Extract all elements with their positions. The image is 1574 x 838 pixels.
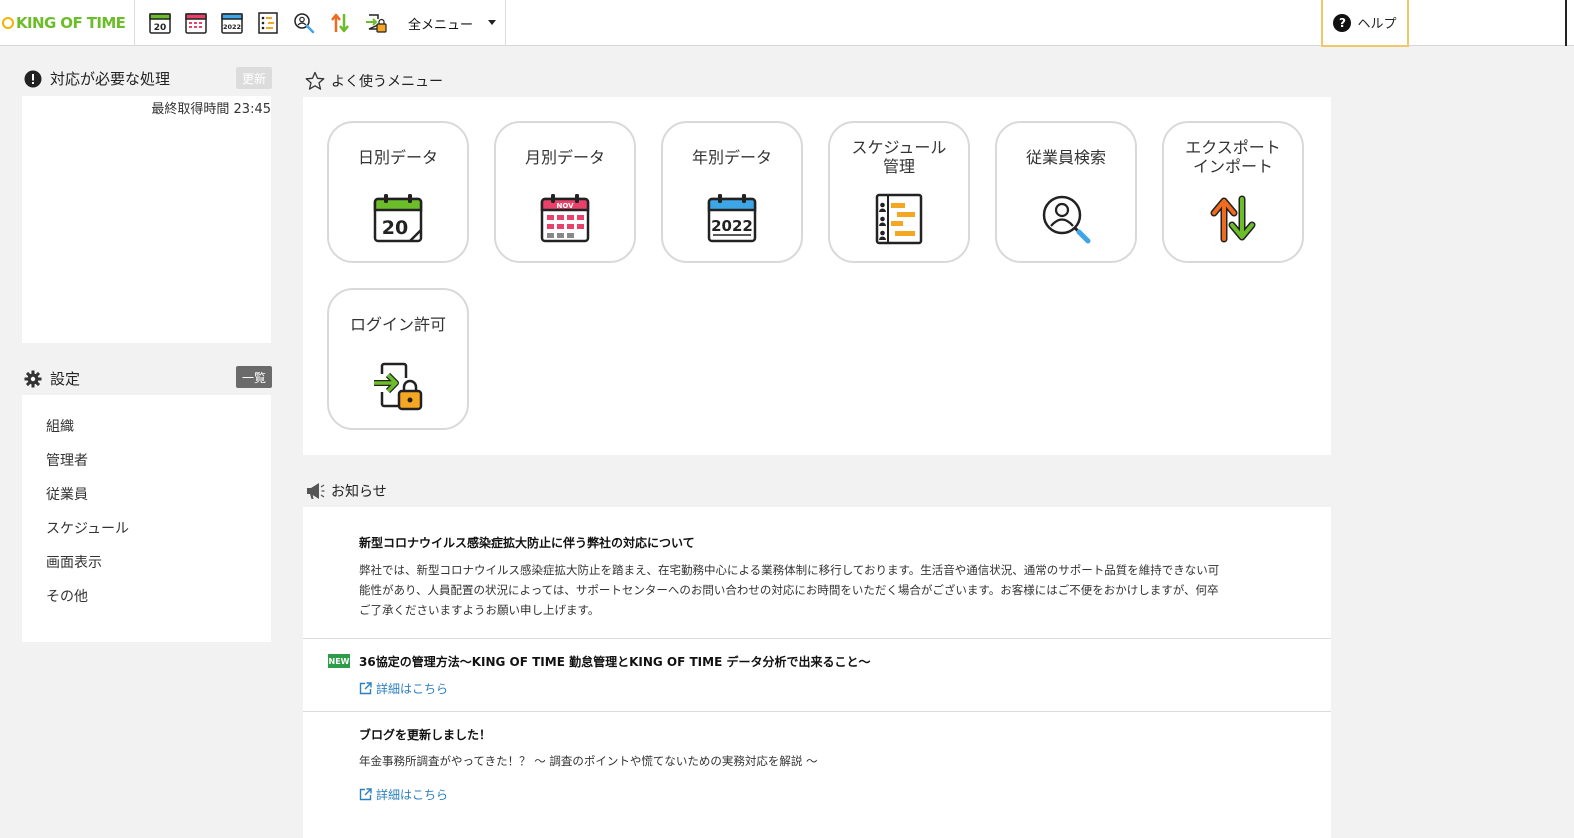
- settings-list-label: 一覧: [242, 370, 267, 385]
- schedule-icon[interactable]: [256, 11, 280, 35]
- export-import-icon[interactable]: [328, 11, 352, 35]
- notice-title: 36協定の管理方法〜KING OF TIME 勤怠管理とKING OF TIME…: [359, 655, 871, 669]
- notice-body: 年金事務所調査がやってきた！？ 〜 調査のポイントや慌てないための実務対応を解説…: [359, 754, 818, 768]
- notices-header: お知らせ: [305, 481, 387, 501]
- settings-item-organization[interactable]: 組織: [22, 409, 271, 443]
- settings-title: 設定: [50, 370, 81, 388]
- settings-item-schedule[interactable]: スケジュール: [22, 511, 271, 545]
- logo-text: KING OF TIME: [16, 14, 126, 32]
- notice-title: 新型コロナウイルス感染症拡大防止に伴う弊社の対応について: [359, 536, 695, 550]
- logo-face-icon: [2, 17, 14, 29]
- monthly-calendar-icon: NOV: [540, 194, 590, 243]
- last-fetch-time: 最終取得時間 23:45: [151, 102, 271, 117]
- settings-panel: 組織 管理者 従業員 スケジュール 画面表示 その他: [22, 395, 271, 642]
- settings-list-button[interactable]: 一覧: [236, 366, 273, 388]
- help-label: ヘルプ: [1357, 17, 1397, 32]
- daily-calendar-icon: 20: [373, 194, 423, 243]
- settings-item-admin[interactable]: 管理者: [22, 443, 271, 477]
- favorites-title: よく使うメニュー: [331, 74, 443, 90]
- tile-monthly-data[interactable]: 月別データ NOV: [494, 121, 636, 263]
- notice-detail-link-label: 詳細はこちら: [376, 788, 449, 802]
- notice-title: ブログを更新しました！: [359, 728, 492, 742]
- new-badge: NEW: [328, 654, 350, 668]
- toolbar-shortcuts: 20 2022: [148, 11, 388, 35]
- help-icon: ?: [1333, 13, 1352, 32]
- settings-item-employee[interactable]: 従業員: [22, 477, 271, 511]
- tile-employee-search[interactable]: 従業員検索: [995, 121, 1137, 263]
- notice-item-36-agreement: NEW 36協定の管理方法〜KING OF TIME 勤怠管理とKING OF …: [303, 639, 1331, 712]
- app-logo[interactable]: KING OF TIME: [0, 0, 135, 46]
- tile-daily-data[interactable]: 日別データ 20: [327, 121, 469, 263]
- refresh-button[interactable]: 更新: [236, 67, 273, 89]
- window-edge: [1565, 0, 1567, 46]
- tile-schedule-management-label: スケジュール 管理: [851, 138, 947, 176]
- all-menu-label: 全メニュー: [408, 17, 474, 33]
- top-header: KING OF TIME 20 2022 全メニュー ? ヘルプ: [0, 0, 1574, 47]
- tile-export-import-label: エクスポート インポート: [1185, 138, 1281, 176]
- notice-body: 弊社では、新型コロナウイルス感染症拡大防止を踏まえ、在宅勤務中心による業務体制に…: [359, 563, 1220, 617]
- employee-search-icon[interactable]: [292, 11, 316, 35]
- yearly-calendar-icon: 2022: [707, 194, 757, 243]
- settings-menu: 組織 管理者 従業員 スケジュール 画面表示 その他: [22, 395, 271, 613]
- notices-panel: 新型コロナウイルス感染症拡大防止に伴う弊社の対応について 弊社では、新型コロナウ…: [303, 507, 1331, 838]
- notice-detail-link[interactable]: 詳細はこちら: [359, 786, 448, 803]
- toolbar-year-number: 2022: [223, 23, 241, 31]
- pending-title: 対応が必要な処理: [50, 70, 171, 88]
- tile-schedule-management[interactable]: スケジュール 管理: [828, 121, 970, 263]
- favorites-header: よく使うメニュー: [305, 71, 443, 91]
- settings-item-other[interactable]: その他: [22, 579, 271, 613]
- export-import-icon: [1210, 195, 1256, 243]
- all-menu-dropdown[interactable]: 全メニュー: [396, 0, 506, 46]
- notice-item-blog: ブログを更新しました！ 年金事務所調査がやってきた！？ 〜 調査のポイントや慌て…: [303, 712, 1331, 838]
- tile-yearly-data-label: 年別データ: [691, 147, 772, 167]
- notice-detail-link[interactable]: 詳細はこちら: [359, 680, 448, 697]
- external-link-icon: [359, 788, 372, 801]
- schedule-management-icon: [875, 193, 923, 245]
- tile-employee-search-label: 従業員検索: [1025, 147, 1106, 167]
- notices-title: お知らせ: [331, 484, 387, 500]
- daily-tile-day-number: 20: [382, 217, 408, 239]
- daily-data-icon[interactable]: 20: [148, 11, 172, 35]
- settings-item-display[interactable]: 画面表示: [22, 545, 271, 579]
- login-permission-icon: [374, 362, 423, 411]
- help-button[interactable]: ? ヘルプ: [1321, 0, 1409, 47]
- employee-search-icon: [1042, 195, 1091, 244]
- tile-yearly-data[interactable]: 年別データ 2022: [661, 121, 803, 263]
- favorites-panel: 日別データ 20 月別データ NOV 年別データ 2022 スケジュール 管理 …: [303, 97, 1331, 455]
- settings-section-header: 設定: [24, 368, 80, 389]
- month-label: NOV: [556, 202, 574, 210]
- refresh-label: 更新: [242, 71, 267, 86]
- tile-export-import[interactable]: エクスポート インポート: [1162, 121, 1304, 263]
- yearly-data-icon[interactable]: 2022: [220, 11, 244, 35]
- monthly-data-icon[interactable]: [184, 11, 208, 35]
- notice-item-covid: 新型コロナウイルス感染症拡大防止に伴う弊社の対応について 弊社では、新型コロナウ…: [303, 507, 1331, 639]
- pending-panel: 最終取得時間 23:45: [22, 96, 271, 343]
- tile-monthly-data-label: 月別データ: [524, 147, 605, 167]
- gear-icon: [24, 370, 42, 387]
- megaphone-icon: [307, 483, 325, 499]
- external-link-icon: [359, 682, 372, 695]
- tile-login-permission-label: ログイン許可: [349, 314, 446, 334]
- notice-detail-link-label: 詳細はこちら: [376, 682, 449, 696]
- pending-section-header: 対応が必要な処理: [24, 68, 170, 89]
- tile-daily-data-label: 日別データ: [357, 147, 438, 167]
- yearly-tile-year-number: 2022: [711, 217, 753, 235]
- alert-icon: [24, 70, 42, 87]
- chevron-down-icon: [488, 20, 496, 25]
- login-permission-icon[interactable]: [364, 11, 388, 35]
- tile-login-permission[interactable]: ログイン許可: [327, 288, 469, 430]
- star-icon: [305, 71, 325, 90]
- toolbar-day-number: 20: [154, 23, 167, 33]
